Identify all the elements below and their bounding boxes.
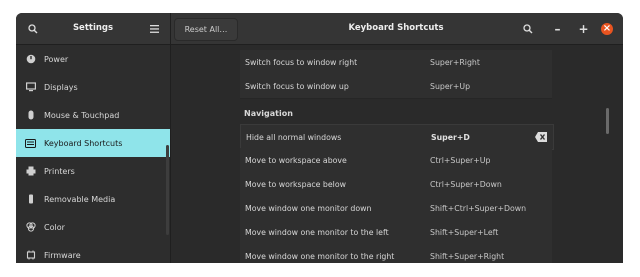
sidebar-item-label: Keyboard Shortcuts [44, 138, 123, 148]
sidebar: Power Displays Mouse & Touchpad Keyboard… [16, 45, 171, 263]
shortcut-keys: Super+Right [430, 57, 480, 67]
sidebar-item-printers[interactable]: Printers [16, 157, 170, 185]
shortcut-keys: Shift+Super+Left [430, 227, 499, 237]
minimize-button[interactable]: – [546, 17, 569, 40]
display-icon [25, 82, 36, 93]
close-icon: × [602, 23, 612, 34]
maximize-button[interactable]: + [572, 17, 595, 40]
shortcut-row[interactable]: Hide all normal windows Super+D [240, 124, 554, 150]
content-scrollbar[interactable] [606, 108, 609, 134]
close-button[interactable]: × [601, 23, 613, 35]
color-icon [25, 222, 36, 233]
reset-all-button[interactable]: Reset All… [174, 18, 238, 41]
sidebar-item-label: Color [44, 222, 65, 232]
sidebar-item-mouse[interactable]: Mouse & Touchpad [16, 101, 170, 129]
shortcut-name: Move to workspace below [245, 179, 346, 189]
sidebar-item-removable-media[interactable]: Removable Media [16, 185, 170, 213]
header-bar: Settings Reset All… Keyboard Shortcuts –… [16, 13, 623, 45]
shortcut-keys: Super+Up [430, 81, 471, 91]
shortcut-name: Move window one monitor to the left [245, 227, 389, 237]
shortcut-name: Switch focus to window right [245, 57, 358, 67]
sidebar-item-label: Power [44, 54, 69, 64]
sidebar-item-label: Mouse & Touchpad [44, 110, 120, 120]
shortcut-row[interactable]: Move window one monitor to the right Shi… [240, 244, 552, 263]
shortcut-name: Switch focus to window up [245, 81, 349, 91]
usb-icon [25, 194, 36, 205]
sidebar-scrollbar[interactable] [166, 145, 169, 235]
chip-icon [25, 250, 36, 261]
sidebar-item-label: Displays [44, 82, 78, 92]
sidebar-header: Settings [16, 13, 171, 44]
search-button[interactable] [21, 17, 44, 40]
sidebar-item-label: Firmware [44, 250, 81, 260]
shortcut-row[interactable]: Move to workspace below Ctrl+Super+Down [240, 172, 552, 197]
search-icon [27, 23, 37, 33]
sidebar-item-displays[interactable]: Displays [16, 73, 170, 101]
mouse-icon [25, 110, 36, 121]
sidebar-item-power[interactable]: Power [16, 45, 170, 73]
shortcut-keys: Super+D [431, 132, 470, 142]
shortcut-name: Hide all normal windows [246, 132, 342, 142]
shortcut-row[interactable]: Move to workspace above Ctrl+Super+Up [240, 148, 552, 173]
sidebar-item-firmware[interactable]: Firmware [16, 241, 170, 263]
menu-button[interactable] [143, 17, 166, 40]
sidebar-item-keyboard-shortcuts[interactable]: Keyboard Shortcuts [16, 129, 170, 157]
sidebar-item-label: Removable Media [44, 194, 116, 204]
power-icon [25, 54, 36, 65]
shortcut-keys: Ctrl+Super+Down [430, 179, 502, 189]
section-title-navigation: Navigation [244, 109, 293, 118]
shortcut-row[interactable]: Move window one monitor down Shift+Ctrl+… [240, 196, 552, 221]
shortcut-keys: Shift+Ctrl+Super+Down [430, 203, 527, 213]
shortcut-name: Move to workspace above [245, 155, 347, 165]
shortcut-row[interactable]: Move window one monitor to the left Shif… [240, 220, 552, 245]
clear-shortcut-icon[interactable] [535, 132, 547, 142]
keyboard-icon [25, 138, 36, 149]
sidebar-item-label: Printers [44, 166, 75, 176]
page-title: Keyboard Shortcuts [348, 23, 444, 33]
settings-window: Settings Reset All… Keyboard Shortcuts –… [16, 13, 623, 263]
hamburger-icon [150, 24, 159, 33]
shortcut-keys: Shift+Super+Right [430, 251, 505, 261]
shortcut-name: Move window one monitor to the right [245, 251, 395, 261]
printer-icon [25, 166, 36, 177]
shortcut-keys: Ctrl+Super+Up [430, 155, 491, 165]
shortcut-row[interactable]: Switch focus to window up Super+Up [240, 74, 552, 99]
shortcut-row[interactable]: Switch focus to window right Super+Right [240, 50, 552, 75]
content-search-button[interactable] [516, 17, 539, 40]
search-icon [522, 23, 532, 33]
sidebar-title: Settings [72, 23, 114, 33]
shortcut-name: Move window one monitor down [245, 203, 372, 213]
sidebar-item-color[interactable]: Color [16, 213, 170, 241]
